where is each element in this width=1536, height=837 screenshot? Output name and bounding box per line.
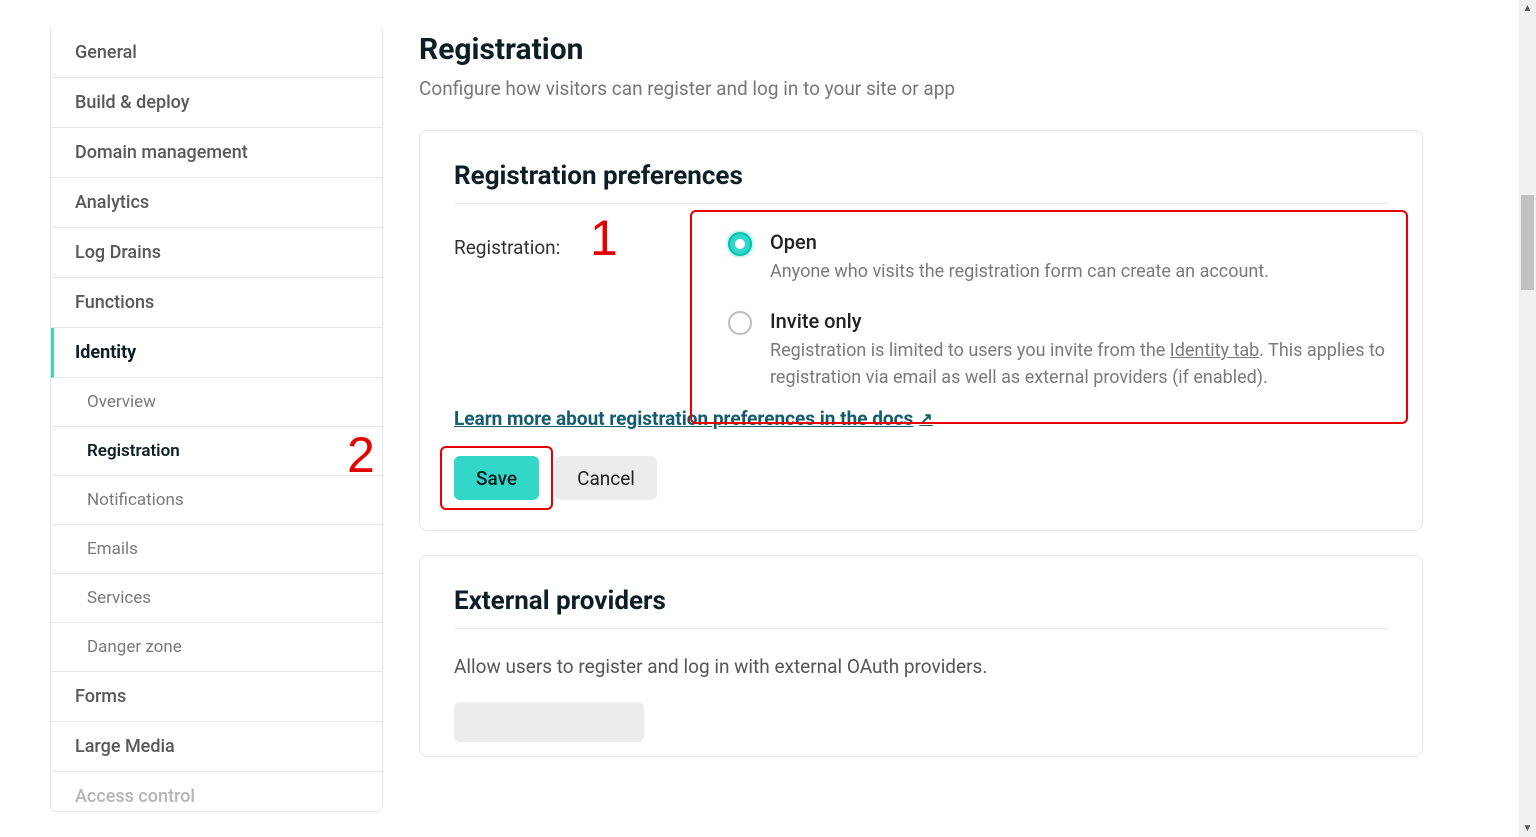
scrollbar-arrow-up-icon[interactable]: ▲ (1519, 0, 1536, 17)
sidebar-item-general[interactable]: General (51, 28, 382, 78)
sidebar-subitem-danger-zone[interactable]: Danger zone (51, 623, 382, 672)
main-content: Registration Configure how visitors can … (383, 0, 1423, 781)
radio-open[interactable] (728, 232, 752, 256)
sidebar-item-forms[interactable]: Forms (51, 672, 382, 722)
identity-tab-link[interactable]: Identity tab (1170, 340, 1259, 361)
divider (454, 203, 1388, 204)
option-invite-desc: Registration is limited to users you inv… (770, 337, 1388, 391)
sidebar-subitem-emails[interactable]: Emails (51, 525, 382, 574)
sidebar-item-log-drains[interactable]: Log Drains (51, 228, 382, 278)
radio-invite-only[interactable] (728, 311, 752, 335)
sidebar-item-domain-management[interactable]: Domain management (51, 128, 382, 178)
divider (454, 628, 1388, 629)
card-heading-external-providers: External providers (454, 586, 1388, 616)
scrollbar-arrow-down-icon[interactable]: ▼ (1519, 820, 1536, 837)
sidebar-item-access-control[interactable]: Access control (51, 772, 382, 811)
option-invite-desc-pre: Registration is limited to users you inv… (770, 340, 1170, 361)
registration-options: Open Anyone who visits the registration … (694, 230, 1388, 397)
registration-preferences-card: Registration preferences Registration: O… (419, 130, 1423, 531)
add-provider-button[interactable] (454, 702, 644, 742)
sidebar-item-build-deploy[interactable]: Build & deploy (51, 78, 382, 128)
scrollbar-thumb[interactable] (1521, 195, 1534, 290)
option-open-desc: Anyone who visits the registration form … (770, 258, 1269, 285)
registration-field-label: Registration: (454, 230, 694, 397)
registration-option-invite-only[interactable]: Invite only Registration is limited to u… (694, 309, 1388, 391)
card-heading-registration-preferences: Registration preferences (454, 161, 1388, 191)
learn-more-text: Learn more about registration preference… (454, 407, 913, 430)
sidebar-subitem-services[interactable]: Services (51, 574, 382, 623)
save-button[interactable]: Save (454, 456, 539, 500)
option-open-title: Open (770, 230, 1269, 254)
learn-more-link[interactable]: Learn more about registration preference… (454, 407, 933, 430)
sidebar-item-identity[interactable]: Identity (51, 328, 382, 378)
option-invite-title: Invite only (770, 309, 1388, 333)
sidebar-subitem-registration[interactable]: Registration (51, 427, 382, 476)
sidebar-item-large-media[interactable]: Large Media (51, 722, 382, 772)
external-link-icon: ↗ (919, 409, 932, 428)
page-title: Registration (419, 32, 1423, 67)
sidebar-item-functions[interactable]: Functions (51, 278, 382, 328)
sidebar-item-analytics[interactable]: Analytics (51, 178, 382, 228)
sidebar-subitem-notifications[interactable]: Notifications (51, 476, 382, 525)
page-subtitle: Configure how visitors can register and … (419, 77, 1423, 100)
external-providers-card: External providers Allow users to regist… (419, 555, 1423, 757)
settings-sidebar: General Build & deploy Domain management… (50, 28, 383, 812)
registration-option-open[interactable]: Open Anyone who visits the registration … (694, 230, 1388, 285)
cancel-button[interactable]: Cancel (555, 456, 657, 500)
sidebar-subitem-overview[interactable]: Overview (51, 378, 382, 427)
vertical-scrollbar[interactable]: ▲ ▼ (1519, 0, 1536, 837)
external-providers-desc: Allow users to register and log in with … (454, 655, 1388, 678)
